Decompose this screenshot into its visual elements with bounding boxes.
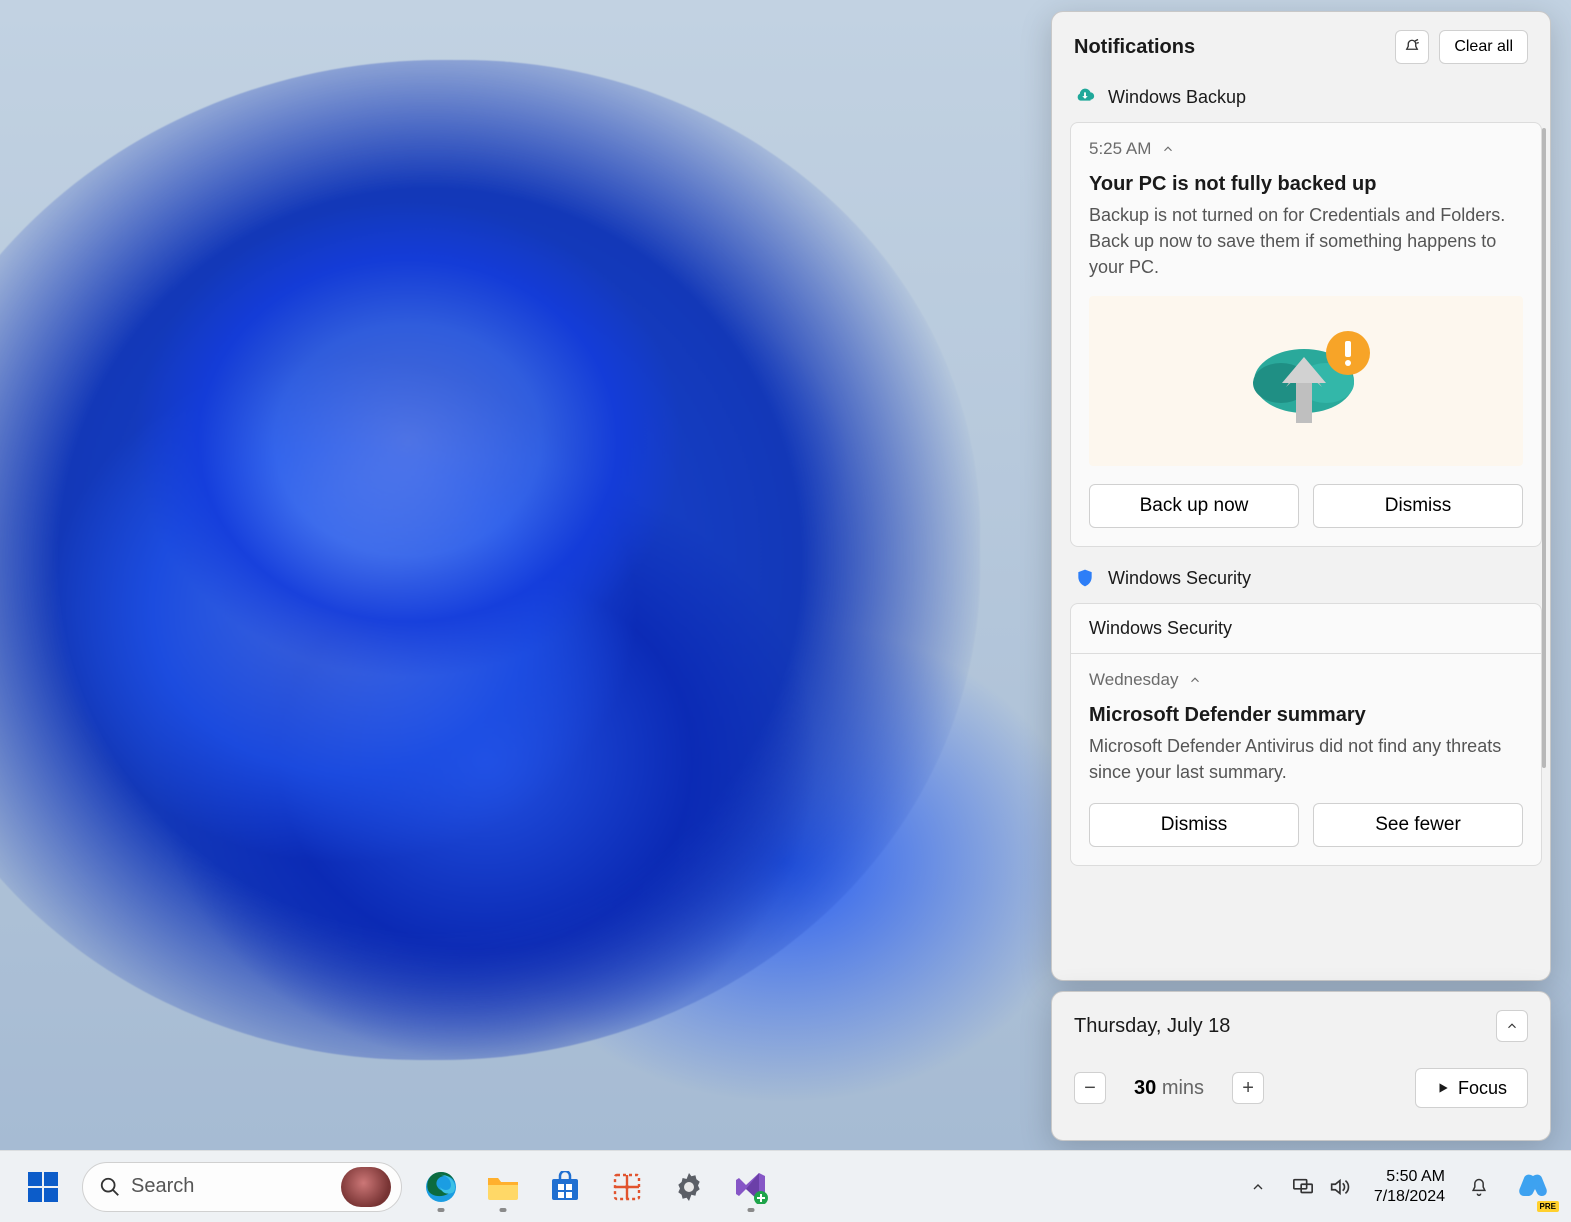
chevron-up-icon — [1188, 673, 1202, 687]
focus-increase-button[interactable]: + — [1232, 1072, 1264, 1104]
notification-actions: Back up now Dismiss — [1089, 484, 1523, 528]
taskbar-app-settings[interactable] — [662, 1160, 716, 1214]
tray-overflow-button[interactable] — [1240, 1162, 1276, 1212]
speaker-icon — [1328, 1176, 1350, 1198]
taskbar-time: 5:50 AM — [1374, 1167, 1445, 1186]
plus-icon: + — [1242, 1077, 1254, 1100]
notification-title: Your PC is not fully backed up — [1089, 173, 1523, 196]
backup-now-button[interactable]: Back up now — [1089, 484, 1299, 528]
minus-icon: − — [1084, 1077, 1096, 1100]
copilot-icon — [1515, 1170, 1549, 1204]
do-not-disturb-button[interactable] — [1395, 30, 1429, 64]
play-icon — [1436, 1081, 1450, 1095]
notification-sub-header[interactable]: Windows Security — [1070, 603, 1542, 653]
shield-icon — [1074, 567, 1096, 589]
cloud-backup-icon — [1074, 86, 1096, 108]
bell-settings-icon — [1403, 38, 1421, 56]
dismiss-button[interactable]: Dismiss — [1313, 484, 1523, 528]
chevron-up-icon — [1161, 142, 1175, 156]
copilot-pre-badge: PRE — [1537, 1201, 1559, 1212]
search-highlight-icon[interactable] — [341, 1167, 391, 1207]
taskbar-app-microsoft-store[interactable] — [538, 1160, 592, 1214]
notification-group-header[interactable]: Windows Security — [1070, 559, 1542, 603]
display-project-icon — [1292, 1176, 1314, 1198]
notification-app-name: Windows Security — [1108, 568, 1251, 589]
notification-body: Backup is not turned on for Credentials … — [1089, 202, 1523, 280]
notification-time-row[interactable]: Wednesday — [1089, 670, 1523, 690]
taskbar: Search 5:50 AM 7/18/2024 — [0, 1150, 1571, 1222]
notification-time: Wednesday — [1089, 670, 1178, 690]
calendar-date[interactable]: Thursday, July 18 — [1074, 1015, 1496, 1038]
focus-duration-stepper: − 30 mins + — [1074, 1072, 1264, 1104]
focus-duration-value: 30 mins — [1134, 1077, 1204, 1100]
notification-card[interactable]: 5:25 AM Your PC is not fully backed up B… — [1070, 122, 1542, 547]
edge-icon — [424, 1170, 458, 1204]
taskbar-clock[interactable]: 5:50 AM 7/18/2024 — [1366, 1167, 1453, 1205]
search-placeholder: Search — [131, 1175, 341, 1198]
notification-actions: Dismiss See fewer — [1089, 803, 1523, 847]
notification-image — [1089, 296, 1523, 466]
store-icon — [549, 1171, 581, 1203]
folder-icon — [486, 1172, 520, 1202]
taskbar-app-edge[interactable] — [414, 1160, 468, 1214]
notification-card[interactable]: Wednesday Microsoft Defender summary Mic… — [1070, 653, 1542, 866]
taskbar-date: 7/18/2024 — [1374, 1187, 1445, 1206]
taskbar-app-file-explorer[interactable] — [476, 1160, 530, 1214]
notifications-title: Notifications — [1074, 36, 1385, 59]
gear-icon — [673, 1171, 705, 1203]
search-icon — [99, 1176, 121, 1198]
notification-group-header[interactable]: Windows Backup — [1070, 78, 1542, 122]
focus-decrease-button[interactable]: − — [1074, 1072, 1106, 1104]
tray-notifications-button[interactable] — [1459, 1162, 1499, 1212]
notification-title: Microsoft Defender summary — [1089, 704, 1523, 727]
bell-icon — [1469, 1177, 1489, 1197]
taskbar-search[interactable]: Search — [82, 1162, 402, 1212]
snip-icon — [611, 1171, 643, 1203]
notification-body: Microsoft Defender Antivirus did not fin… — [1089, 733, 1523, 785]
notifications-header: Notifications Clear all — [1052, 12, 1550, 78]
taskbar-app-snipping-tool[interactable] — [600, 1160, 654, 1214]
focus-button-label: Focus — [1458, 1078, 1507, 1099]
clear-all-button[interactable]: Clear all — [1439, 30, 1528, 64]
notification-app-name: Windows Backup — [1108, 87, 1246, 108]
notification-time: 5:25 AM — [1089, 139, 1151, 159]
notifications-panel: Notifications Clear all Windows Backup 5… — [1051, 11, 1551, 981]
calendar-collapse-button[interactable] — [1496, 1010, 1528, 1042]
notifications-scroll[interactable]: Windows Backup 5:25 AM Your PC is not fu… — [1052, 78, 1550, 980]
dismiss-button[interactable]: Dismiss — [1089, 803, 1299, 847]
calendar-panel: Thursday, July 18 − 30 mins + Focus — [1051, 991, 1551, 1141]
start-button[interactable] — [16, 1160, 70, 1214]
see-fewer-button[interactable]: See fewer — [1313, 803, 1523, 847]
system-tray: 5:50 AM 7/18/2024 PRE — [1240, 1160, 1559, 1214]
notification-time-row[interactable]: 5:25 AM — [1089, 139, 1523, 159]
tray-copilot-button[interactable]: PRE — [1505, 1160, 1559, 1214]
windows-logo-icon — [26, 1170, 60, 1204]
tray-quick-settings[interactable] — [1282, 1162, 1360, 1212]
visual-studio-icon — [734, 1170, 768, 1204]
taskbar-app-visual-studio-installer[interactable] — [724, 1160, 778, 1214]
chevron-up-icon — [1250, 1179, 1266, 1195]
focus-start-button[interactable]: Focus — [1415, 1068, 1528, 1108]
chevron-up-icon — [1505, 1019, 1519, 1033]
